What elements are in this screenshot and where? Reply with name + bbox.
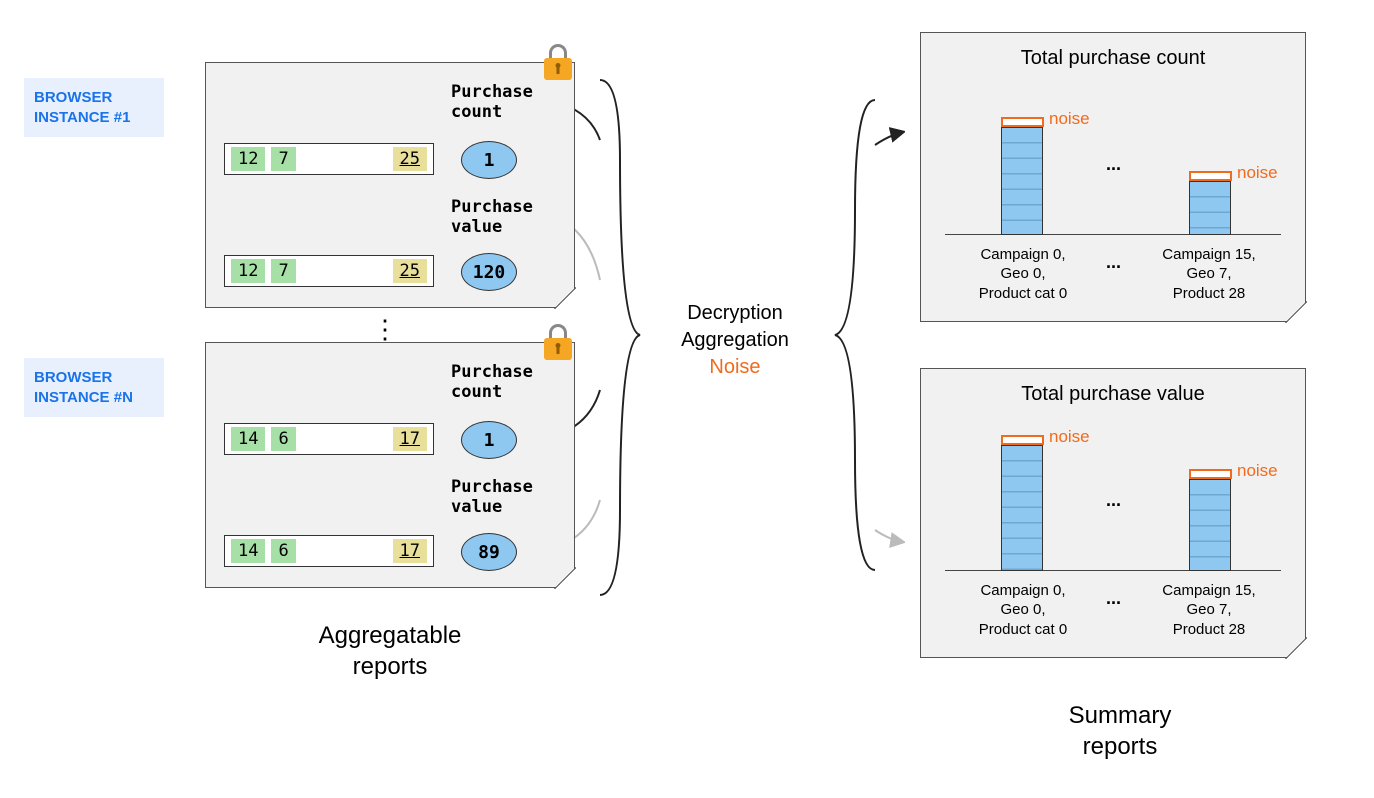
summary-value-chart: noise ... noise xyxy=(921,419,1305,571)
summary-count-chart: noise ... noise xyxy=(921,83,1305,235)
key-chip: 6 xyxy=(271,427,295,451)
chart-bar xyxy=(1189,479,1231,571)
metric-label-value: Purchase value xyxy=(451,478,533,517)
axis-label: Campaign 15, Geo 7, Product 28 xyxy=(1139,245,1279,304)
chart-ellipsis: ... xyxy=(1106,154,1121,175)
key-chip: 14 xyxy=(231,427,265,451)
key-chip: 12 xyxy=(231,259,265,283)
key-row: 14 6 17 xyxy=(224,423,434,455)
metric-label-value: Purchase value xyxy=(451,198,533,237)
value-text: 1 xyxy=(484,150,495,171)
axis-label: Campaign 0, Geo 0, Product cat 0 xyxy=(953,581,1093,640)
noise-label: noise xyxy=(1049,109,1090,129)
axis-ellipsis: ... xyxy=(1106,588,1121,609)
noise-cap xyxy=(1001,435,1044,445)
noise-cap xyxy=(1189,469,1232,479)
noise-label: noise xyxy=(1237,163,1278,183)
browser-instance-1-text: BROWSER INSTANCE #1 xyxy=(34,89,130,126)
summary-reports-label: Summary reports xyxy=(1000,700,1240,762)
vertical-ellipsis: ⋮ xyxy=(372,316,398,342)
value-bubble-value: 89 xyxy=(461,533,517,571)
key-chip: 7 xyxy=(271,259,295,283)
key-chip: 17 xyxy=(393,539,427,563)
value-bubble-count: 1 xyxy=(461,141,517,179)
aggregatable-reports-label: Aggregatable reports xyxy=(270,620,510,682)
metric-label-count: Purchase count xyxy=(451,83,533,122)
summary-count-title: Total purchase count xyxy=(921,47,1305,70)
browser-instance-n-text: BROWSER INSTANCE #N xyxy=(34,369,133,406)
axis-label: Campaign 0, Geo 0, Product cat 0 xyxy=(953,245,1093,304)
key-row: 12 7 25 xyxy=(224,255,434,287)
key-row: 12 7 25 xyxy=(224,143,434,175)
value-text: 1 xyxy=(484,430,495,451)
key-chip: 17 xyxy=(393,427,427,451)
noise-label: noise xyxy=(1049,427,1090,447)
aggregatable-report-1: Purchase count 12 7 25 1 Purchase value … xyxy=(205,62,575,308)
key-chip: 14 xyxy=(231,539,265,563)
chart-bar xyxy=(1189,181,1231,235)
center-noise: Noise xyxy=(655,354,815,381)
noise-cap xyxy=(1189,171,1232,181)
summary-report-value: Total purchase value noise ... noise Cam… xyxy=(920,368,1306,658)
center-line2: Aggregation xyxy=(655,327,815,354)
metric-label-count: Purchase count xyxy=(451,363,533,402)
noise-cap xyxy=(1001,117,1044,127)
center-line1: Decryption xyxy=(655,300,815,327)
browser-instance-1-tag: BROWSER INSTANCE #1 xyxy=(24,78,164,137)
lock-icon xyxy=(544,324,572,360)
value-text: 120 xyxy=(473,262,506,283)
key-chip: 25 xyxy=(393,259,427,283)
center-process-label: Decryption Aggregation Noise xyxy=(655,300,815,381)
key-row: 14 6 17 xyxy=(224,535,434,567)
key-chip: 25 xyxy=(393,147,427,171)
lock-icon xyxy=(544,44,572,80)
chart-bar xyxy=(1001,445,1043,571)
value-bubble-value: 120 xyxy=(461,253,517,291)
axis-label: Campaign 15, Geo 7, Product 28 xyxy=(1139,581,1279,640)
aggregatable-report-n: Purchase count 14 6 17 1 Purchase value … xyxy=(205,342,575,588)
chart-ellipsis: ... xyxy=(1106,490,1121,511)
chart-bar xyxy=(1001,127,1043,235)
axis-ellipsis: ... xyxy=(1106,252,1121,273)
noise-label: noise xyxy=(1237,461,1278,481)
summary-value-title: Total purchase value xyxy=(921,383,1305,406)
summary-report-count: Total purchase count noise ... noise Cam… xyxy=(920,32,1306,322)
key-chip: 6 xyxy=(271,539,295,563)
browser-instance-n-tag: BROWSER INSTANCE #N xyxy=(24,358,164,417)
key-chip: 12 xyxy=(231,147,265,171)
key-chip: 7 xyxy=(271,147,295,171)
value-text: 89 xyxy=(478,542,500,563)
value-bubble-count: 1 xyxy=(461,421,517,459)
